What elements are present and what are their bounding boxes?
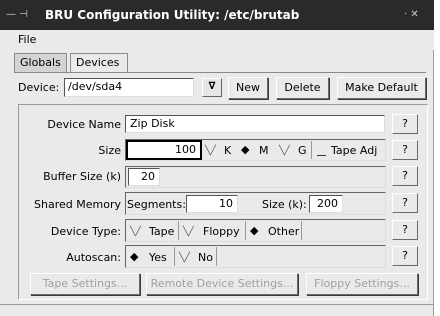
device-type-tape-radio-icon[interactable]: ╲╱ — [130, 227, 141, 237]
device-type-sep-2 — [245, 221, 246, 240]
menu-bar: File — [0, 30, 434, 50]
tab-divider — [14, 72, 426, 73]
menu-file[interactable]: File — [18, 33, 36, 46]
segments-label: Segments: — [127, 198, 186, 211]
device-type-sep-3 — [301, 221, 302, 240]
size-label: Size — [98, 144, 121, 157]
autoscan-yes-radio-icon[interactable]: ◆ — [130, 250, 138, 263]
size-g-label[interactable]: G — [298, 144, 307, 157]
autoscan-yes-label[interactable]: Yes — [149, 251, 167, 264]
size-g-radio-icon[interactable]: ╲╱ — [279, 146, 290, 156]
main-window: — ⊣ BRU Configuration Utility: /etc/brut… — [0, 0, 434, 316]
tab-devices[interactable]: Devices — [70, 53, 128, 73]
device-type-sep-1 — [178, 221, 179, 240]
help-button-autoscan[interactable]: ? — [392, 246, 418, 266]
autoscan-sep-1 — [174, 247, 175, 266]
tape-adj-checkbox[interactable] — [317, 147, 326, 156]
size-m-radio-icon[interactable]: ◆ — [241, 143, 249, 156]
size-k-label[interactable]: K — [224, 144, 231, 157]
help-button-device-name[interactable]: ? — [392, 114, 418, 134]
device-type-tape-label[interactable]: Tape — [149, 225, 174, 238]
window-menu-icon[interactable]: — ⊣ — [6, 9, 28, 20]
tape-settings-button[interactable]: Tape Settings... — [30, 273, 140, 295]
tab-globals[interactable]: Globals — [14, 53, 67, 72]
autoscan-label: Autoscan: — [66, 251, 121, 264]
make-default-button[interactable]: Make Default — [337, 77, 426, 99]
device-dropdown-icon[interactable]: ∇ — [202, 78, 222, 97]
device-type-other-radio-icon[interactable]: ◆ — [250, 224, 258, 237]
help-button-shared-memory[interactable]: ? — [392, 193, 418, 213]
autoscan-sep-2 — [216, 247, 217, 266]
shm-size-input[interactable]: 200 — [309, 195, 343, 213]
help-button-device-type[interactable]: ? — [392, 220, 418, 240]
shm-size-label: Size (k): — [262, 198, 307, 211]
help-button-size[interactable]: ? — [392, 140, 418, 160]
close-icon[interactable]: · ✕ — [404, 9, 419, 20]
device-type-floppy-radio-icon[interactable]: ╲╱ — [183, 227, 194, 237]
size-separator — [311, 141, 312, 159]
tape-adj-label[interactable]: Tape Adj — [331, 144, 377, 157]
size-m-label[interactable]: M — [259, 144, 269, 157]
delete-button[interactable]: Delete — [276, 77, 329, 99]
autoscan-no-radio-icon[interactable]: ╲╱ — [179, 253, 190, 263]
size-input[interactable]: 100 — [126, 140, 202, 160]
device-type-other-label[interactable]: Other — [268, 225, 299, 238]
floppy-settings-button[interactable]: Floppy Settings... — [306, 273, 418, 295]
shared-memory-label: Shared Memory — [34, 198, 121, 211]
size-k-radio-icon[interactable]: ╲╱ — [205, 146, 216, 156]
bottom-divider — [0, 304, 434, 305]
device-name-input[interactable]: Zip Disk — [125, 115, 385, 133]
new-button[interactable]: New — [228, 77, 268, 99]
buffer-size-label: Buffer Size (k) — [43, 170, 121, 183]
autoscan-no-label[interactable]: No — [198, 251, 213, 264]
help-button-buffer-size[interactable]: ? — [392, 166, 418, 186]
buffer-size-frame — [125, 166, 386, 188]
segments-input[interactable]: 10 — [186, 195, 238, 213]
remote-device-settings-button[interactable]: Remote Device Settings... — [146, 273, 298, 295]
buffer-size-input[interactable]: 20 — [128, 168, 160, 186]
device-input[interactable]: /dev/sda4 — [64, 78, 194, 97]
device-name-label: Device Name — [47, 118, 121, 131]
title-bar[interactable]: — ⊣ BRU Configuration Utility: /etc/brut… — [0, 0, 434, 30]
device-type-floppy-label[interactable]: Floppy — [203, 225, 240, 238]
device-label: Device: — [18, 81, 60, 94]
device-type-label: Device Type: — [50, 225, 121, 238]
window-title: BRU Configuration Utility: /etc/brutab — [45, 8, 300, 22]
